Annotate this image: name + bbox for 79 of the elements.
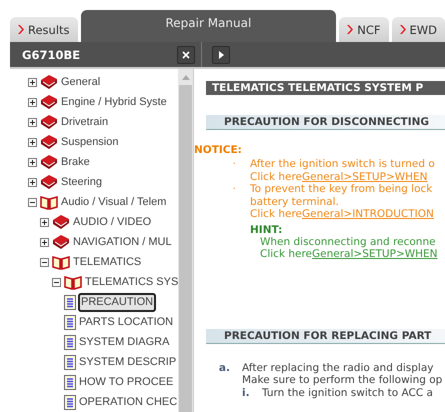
body-text: battery terminal. [250,196,340,208]
expand-icon[interactable] [40,238,49,246]
body-text: Click hereGeneral>SETUP>WHEN [260,248,439,260]
open-book-icon [40,194,58,210]
tab[interactable]: NCF [339,17,388,42]
chevron-icon [347,25,354,34]
expand-icon[interactable] [28,78,37,86]
tree-item[interactable]: Audio / Visual / Telem [60,194,168,210]
expand-icon[interactable] [28,178,37,186]
tree-item[interactable]: Suspension [60,134,120,150]
page-icon [64,334,76,350]
book-icon [40,134,58,150]
tree-item[interactable]: TELEMATICS [72,254,142,270]
tree-item[interactable]: Engine / Hybrid Syste [60,94,168,110]
body-text: To prevent the key from being lock [250,183,434,196]
tab[interactable]: EWD [392,17,445,42]
hint-label: HINT: [250,224,284,236]
tree-item[interactable]: PARTS LOCATION [78,314,174,330]
tree-item[interactable]: PRECAUTION [78,292,156,312]
document-code: G6710BE [21,48,82,62]
chevron-icon [400,25,406,34]
close-button[interactable] [177,46,195,64]
book-icon [40,114,58,130]
collapse-icon[interactable] [40,258,49,266]
tree-item[interactable]: NAVIGATION / MUL [72,234,173,250]
notice-label: NOTICE: [194,144,243,156]
scrollbar[interactable] [178,69,193,412]
body-text: After replacing the radio and display [242,362,435,374]
body-text: After the ignition switch is turned o [250,158,435,170]
expand-icon[interactable] [28,118,37,126]
open-book-icon [64,274,82,290]
page-icon [64,314,76,330]
close-icon [182,50,190,58]
tab[interactable]: Repair Manual [80,10,336,42]
page-icon [64,354,76,370]
tree-item[interactable]: SYSTEM DIAGRA [78,334,170,350]
bullet: · [232,183,237,197]
book-icon [40,74,58,90]
tree-item[interactable]: Drivetrain [60,114,110,130]
tree-item[interactable]: Brake [60,154,91,170]
tree-item[interactable]: General [60,74,102,90]
book-icon [40,174,58,190]
step-marker: a. [218,362,231,376]
chevron-icon [18,25,24,34]
tab[interactable]: Results [10,17,78,42]
section-heading: PRECAUTION FOR DISCONNECTING [206,115,445,130]
book-icon [52,234,70,250]
link[interactable]: General>SETUP>WHEN [312,248,438,260]
tree-item[interactable]: OPERATION CHEC [78,394,178,410]
book-icon [40,154,58,170]
body-text: Make sure to perform the following op [242,374,442,386]
tree-item[interactable]: Steering [60,174,103,190]
page-icon [64,394,76,410]
book-icon [40,94,58,110]
step-marker: i. [242,386,251,399]
page-title: TELEMATICS TELEMATICS SYSTEM P [206,81,445,95]
expand-icon[interactable] [28,98,37,106]
expand-icon[interactable] [40,218,49,226]
collapse-icon[interactable] [52,278,61,286]
body-text: Click hereGeneral>INTRODUCTION [250,208,434,220]
collapse-icon[interactable] [28,198,37,206]
scroll-thumb[interactable] [179,85,192,412]
expand-icon[interactable] [28,138,37,146]
tree-item[interactable]: SYSTEM DESCRIP [78,354,178,370]
tree-item[interactable]: HOW TO PROCEE [78,374,174,390]
tree-item[interactable]: TELEMATICS SYS [84,274,178,290]
body-text: Click hereGeneral>SETUP>WHEN [250,170,429,183]
tree-item[interactable]: AUDIO / VIDEO [72,214,152,230]
body-text: Turn the ignition switch to ACC a [262,386,433,399]
forward-button[interactable] [212,46,230,64]
open-book-icon [52,254,70,270]
body-text: When disconnecting and reconne [260,236,437,248]
expand-icon[interactable] [28,158,37,166]
section-heading: PRECAUTION FOR REPLACING PART [206,328,445,344]
book-icon [52,214,70,230]
bullet: · [232,158,237,172]
page-icon [64,294,76,310]
play-icon [218,50,224,58]
page-icon [64,374,76,390]
